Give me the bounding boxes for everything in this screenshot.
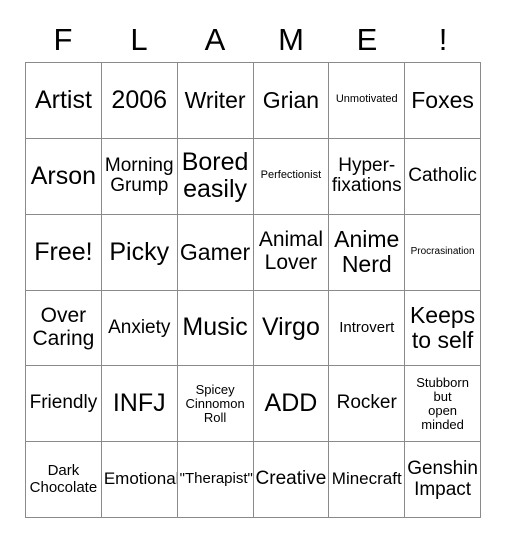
bingo-cell[interactable]: Over Caring — [26, 290, 102, 367]
bingo-cell-label: Morning Grump — [104, 154, 174, 197]
bingo-cell[interactable]: ADD — [253, 366, 330, 443]
bingo-cell[interactable]: Morning Grump — [101, 138, 178, 215]
bingo-cell[interactable]: Stubborn but open minded — [405, 366, 481, 443]
bingo-cell-label: Virgo — [261, 313, 320, 342]
bingo-cell-label: Stubborn but open minded — [416, 374, 469, 432]
bingo-cell-label: Animal Lover — [258, 228, 324, 275]
bingo-cell[interactable]: Music — [177, 290, 254, 367]
bingo-cell-label: Grian — [262, 87, 320, 113]
bingo-cell-label: Over Caring — [32, 304, 95, 350]
bingo-cell[interactable]: Rocker — [329, 366, 406, 443]
bingo-cell[interactable]: Unmotivated — [329, 63, 406, 139]
bingo-cell-label: Bored easily — [181, 148, 249, 204]
bingo-cell[interactable]: Creative — [253, 442, 330, 518]
bingo-cell-label: Anime Nerd — [334, 226, 400, 278]
bingo-cell[interactable]: Catholic — [405, 138, 481, 215]
header-letter-6: ! — [438, 22, 448, 57]
bingo-cell[interactable]: "Therapist" — [177, 442, 254, 518]
bingo-cell[interactable]: Artist — [26, 63, 102, 139]
bingo-cell[interactable]: Perfectionist — [253, 138, 330, 215]
bingo-cell-label: Free! — [34, 237, 93, 266]
bingo-cell[interactable]: Anime Nerd — [329, 214, 406, 291]
bingo-cell[interactable]: Dark Chocolate — [26, 442, 102, 518]
bingo-cell[interactable]: Picky — [101, 214, 178, 291]
bingo-cell[interactable]: Spicey Cinnomon Roll — [177, 366, 254, 443]
bingo-cell[interactable]: Foxes — [405, 63, 481, 139]
bingo-cell[interactable]: Introvert — [329, 290, 406, 367]
bingo-cell-free[interactable]: Free! — [26, 214, 102, 291]
bingo-cell[interactable]: Grian — [253, 63, 330, 139]
bingo-cell-label: Friendly — [29, 392, 98, 414]
bingo-cell-label: Perfectionist — [260, 169, 322, 182]
bingo-cell-label: Unmotivated — [335, 93, 398, 106]
bingo-cell-label: Dark Chocolate — [29, 462, 98, 496]
bingo-cell[interactable]: Writer — [177, 63, 254, 139]
header-letter-3: A — [204, 22, 226, 57]
bingo-cell[interactable]: Friendly — [26, 366, 102, 443]
bingo-cell-label: Minecraft — [331, 469, 402, 489]
bingo-cell-label: Picky — [109, 237, 170, 266]
bingo-cell[interactable]: Procrasination — [405, 214, 481, 291]
bingo-cell-label: Artist — [34, 85, 92, 114]
bingo-cell-label: Introvert — [339, 318, 395, 336]
bingo-cell[interactable]: 2006 — [101, 63, 178, 139]
bingo-cell[interactable]: Bored easily — [177, 138, 254, 215]
bingo-cell-label: Spicey Cinnomon Roll — [185, 381, 245, 425]
bingo-cell-label: Rocker — [336, 392, 397, 414]
bingo-cell[interactable]: Animal Lover — [253, 214, 330, 291]
bingo-cell[interactable]: Minecraft — [329, 442, 406, 518]
bingo-cell-label: Genshin Impact — [407, 458, 478, 500]
bingo-cell[interactable]: Anxiety — [101, 290, 178, 367]
bingo-cell[interactable]: Hyper- fixations — [329, 138, 406, 215]
bingo-cell-label: Creative — [255, 468, 327, 490]
bingo-cell-label: Music — [182, 313, 248, 342]
bingo-cell[interactable]: INFJ — [101, 366, 178, 443]
bingo-card: F L A M E ! Artist 2006 Writer Grian Unm… — [0, 0, 506, 544]
bingo-cell-label: Procrasination — [410, 245, 475, 257]
bingo-cell[interactable]: Emotional — [101, 442, 178, 518]
header-letter-2: L — [130, 22, 148, 57]
bingo-cell-label: INFJ — [112, 389, 166, 418]
bingo-cell-label: Writer — [184, 87, 246, 113]
header-letter-4: M — [278, 22, 304, 57]
bingo-cell-label: Foxes — [411, 87, 474, 113]
bingo-cell-label: Keeps to self — [409, 302, 476, 353]
header-letter-1: F — [53, 22, 73, 57]
bingo-cell-label: "Therapist" — [179, 470, 253, 488]
bingo-cell[interactable]: Genshin Impact — [405, 442, 481, 518]
bingo-cell[interactable]: Virgo — [253, 290, 330, 367]
bingo-cell-label: Anxiety — [108, 316, 171, 338]
bingo-cell-label: Hyper- fixations — [331, 154, 402, 197]
bingo-cell[interactable]: Keeps to self — [405, 290, 481, 367]
bingo-grid: Artist 2006 Writer Grian Unmotivated Fox… — [25, 62, 481, 518]
bingo-cell[interactable]: Gamer — [177, 214, 254, 291]
bingo-cell-label: Emotional — [103, 469, 178, 489]
bingo-cell-label: Arson — [30, 161, 97, 190]
bingo-cell-label: ADD — [264, 389, 318, 418]
bingo-cell[interactable]: Arson — [26, 138, 102, 215]
bingo-cell-label: 2006 — [111, 85, 168, 114]
bingo-cell-label: Gamer — [179, 238, 251, 265]
bingo-header-row: F L A M E ! — [25, 17, 481, 62]
header-letter-5: E — [356, 22, 378, 57]
bingo-cell-label: Catholic — [408, 164, 477, 186]
